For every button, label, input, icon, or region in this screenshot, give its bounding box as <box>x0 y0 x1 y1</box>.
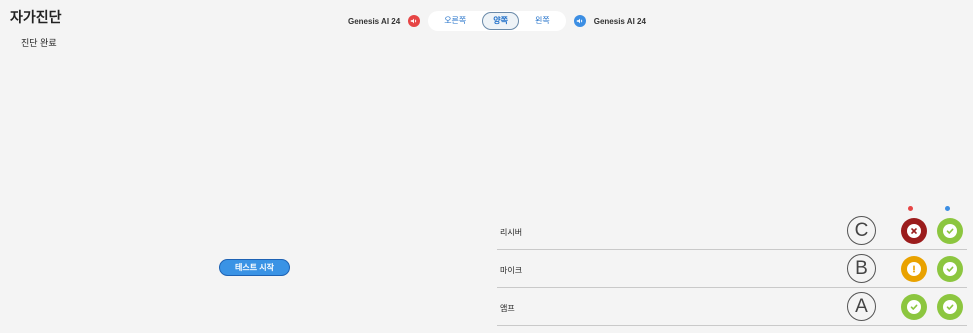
list-item-microphone: 마이크 B <box>497 250 967 288</box>
speaker-icon-right[interactable] <box>573 15 586 27</box>
device-left-name: Genesis AI 24 <box>348 16 401 26</box>
row-label: 앰프 <box>500 304 515 313</box>
list-item-receiver: 리시버 C <box>497 212 967 250</box>
tab-right[interactable]: 오른쪽 <box>434 13 476 29</box>
right-channel-dot <box>945 206 950 211</box>
page-title: 자가진단 <box>10 9 62 25</box>
status-text: 진단 완료 <box>21 38 57 48</box>
row-divider <box>497 325 967 326</box>
row-label: 리시버 <box>500 228 523 237</box>
letter-b-icon: B <box>847 254 876 283</box>
list-item-amp: 앰프 A <box>497 288 967 326</box>
check-icon <box>937 294 963 320</box>
tab-left[interactable]: 왼쪽 <box>525 13 560 29</box>
check-icon <box>901 294 927 320</box>
warning-icon <box>901 256 927 282</box>
letter-a-icon: A <box>847 292 876 321</box>
letter-c-icon: C <box>847 216 876 245</box>
row-label: 마이크 <box>500 266 523 275</box>
left-channel-dot <box>908 206 913 211</box>
error-icon <box>901 218 927 244</box>
check-icon <box>937 256 963 282</box>
tab-both[interactable]: 양쪽 <box>482 12 520 30</box>
check-icon <box>937 218 963 244</box>
start-test-button[interactable]: 테스트 시작 <box>219 259 290 276</box>
app-window: 자가진단 진단 완료 Genesis AI 24 오른쪽 양쪽 왼쪽 Genes… <box>0 0 973 333</box>
device-right-name: Genesis AI 24 <box>593 16 646 26</box>
channel-selector: Genesis AI 24 오른쪽 양쪽 왼쪽 Genesis AI 24 <box>348 10 646 32</box>
speaker-icon-left[interactable] <box>408 15 421 27</box>
side-toggle: 오른쪽 양쪽 왼쪽 <box>428 11 566 31</box>
